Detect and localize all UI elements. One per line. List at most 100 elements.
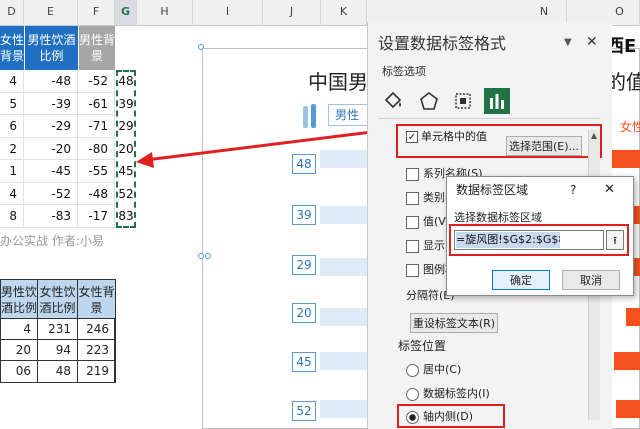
chart-resize-handle[interactable] [198, 44, 204, 50]
label-position-title: 标签位置 [398, 339, 447, 353]
chart-resize-handle[interactable] [198, 253, 204, 259]
table2-cell[interactable]: 4 [0, 318, 38, 340]
radio-selected[interactable] [406, 410, 419, 424]
table2-header-female-drinking: 女性饮酒比例 [37, 279, 78, 319]
cell-f-2[interactable]: -52 [78, 70, 115, 93]
cell-f-7[interactable]: -48 [78, 183, 115, 205]
checkbox[interactable] [406, 191, 419, 205]
column-header-f[interactable]: F [78, 0, 115, 26]
close-icon[interactable]: ✕ [586, 33, 600, 51]
section-label-options[interactable]: 标签选项 [382, 64, 462, 80]
position-inside-base-label: 轴内侧(D) [423, 410, 474, 423]
reset-label-text-button[interactable]: 重设标签文本(R) [410, 313, 498, 333]
table2-cell[interactable]: 246 [77, 318, 116, 340]
pane-title: 设置数据标签格式 [378, 34, 507, 53]
data-label[interactable]: 52 [292, 401, 316, 421]
column-header-i[interactable]: I [193, 0, 263, 26]
collapse-dialog-icon[interactable]: ⭱ [606, 230, 624, 250]
cell-g-8[interactable]: 83 [116, 205, 136, 228]
cell-f-6[interactable]: -55 [78, 160, 115, 183]
table2-cell[interactable]: 06 [0, 360, 38, 383]
value-from-cells-label: 单元格中的值 [421, 130, 487, 143]
chart-bar[interactable] [320, 308, 368, 326]
checkbox[interactable] [406, 167, 419, 181]
table2-header-female-background: 女性背景 [77, 279, 116, 319]
scroll-up-icon[interactable]: ▲ [588, 130, 600, 142]
cell-e-3[interactable]: -39 [24, 93, 78, 115]
data-label[interactable]: 20 [292, 303, 316, 323]
pane-divider [378, 118, 600, 119]
chart-bar[interactable] [320, 206, 368, 224]
select-range-button[interactable]: 选择范围(E)... [506, 136, 582, 156]
checkbox[interactable] [406, 263, 419, 277]
position-inside-end[interactable]: 数据标签内(I) [406, 386, 506, 402]
cell-g-7[interactable]: 52 [116, 183, 136, 205]
position-center[interactable]: 居中(C) [406, 362, 506, 378]
radio[interactable] [406, 387, 419, 401]
cell-f-5[interactable]: -80 [78, 138, 115, 160]
cell-f-8[interactable]: -17 [78, 205, 115, 228]
fill-icon[interactable] [382, 90, 404, 112]
cell-d-3[interactable]: 5 [0, 93, 24, 115]
value-from-cells-checkbox[interactable]: ✓ [406, 131, 418, 143]
cell-d-6[interactable]: 1 [0, 160, 24, 183]
cell-f-4[interactable]: -71 [78, 115, 115, 138]
pentagon-icon[interactable] [418, 90, 440, 112]
size-icon[interactable] [452, 90, 474, 112]
checkbox[interactable] [406, 215, 419, 229]
cell-f-3[interactable]: -61 [78, 93, 115, 115]
chart-bar[interactable] [320, 258, 368, 276]
cell-d-2[interactable]: 4 [0, 70, 24, 93]
cell-e-6[interactable]: -45 [24, 160, 78, 183]
cell-e-2[interactable]: -48 [24, 70, 78, 93]
table2-cell[interactable]: 219 [77, 360, 116, 383]
column-header-e[interactable]: E [24, 0, 78, 26]
cell-d-4[interactable]: 6 [0, 115, 24, 138]
column-header-d[interactable]: D [0, 0, 24, 26]
header-male-background: 男性背景 [78, 26, 115, 70]
cell-e-7[interactable]: -52 [24, 183, 78, 205]
checkbox[interactable] [406, 239, 419, 253]
cell-g-3[interactable]: 39 [116, 93, 136, 115]
data-label[interactable]: 39 [292, 205, 316, 225]
female-bar[interactable] [614, 352, 640, 370]
cell-e-4[interactable]: -29 [24, 115, 78, 138]
cancel-button[interactable]: 取消 [562, 270, 620, 290]
range-input-value: =旋风图!$G$2:$G$8 [456, 232, 560, 248]
help-icon[interactable]: ? [570, 181, 582, 199]
cell-e-8[interactable]: -83 [24, 205, 78, 228]
position-inside-base[interactable]: 轴内侧(D) [406, 409, 506, 425]
female-legend-label: 女性 [620, 120, 640, 134]
data-label[interactable]: 45 [292, 352, 316, 372]
table2-cell[interactable]: 48 [37, 360, 78, 383]
position-inside-end-label: 数据标签内(I) [423, 387, 490, 400]
cell-d-8[interactable]: 8 [0, 205, 24, 228]
chart-resize-handle[interactable] [205, 253, 211, 259]
dialog-close-icon[interactable]: ✕ [604, 181, 618, 199]
cell-e-5[interactable]: -20 [24, 138, 78, 160]
cell-d-5[interactable]: 2 [0, 138, 24, 160]
column-header-h[interactable]: H [137, 0, 193, 26]
ok-button[interactable]: 确定 [492, 270, 550, 290]
female-bar[interactable] [626, 308, 640, 326]
chart-bar[interactable] [320, 400, 368, 418]
bar-chart-icon[interactable] [484, 88, 510, 114]
chart-bar[interactable] [320, 352, 368, 370]
radio[interactable] [406, 363, 419, 377]
table1-body: 4 -48 -52 5 -39 -61 6 -29 -71 2 -20 -80 … [0, 70, 115, 228]
cell-g-2[interactable]: 48 [116, 70, 136, 93]
position-center-label: 居中(C) [423, 363, 462, 376]
table2-cell[interactable]: 20 [0, 339, 38, 361]
table2-cell[interactable]: 223 [77, 339, 116, 361]
column-header-k[interactable]: K [321, 0, 367, 26]
column-header-g[interactable]: G [115, 0, 137, 26]
cell-d-7[interactable]: 4 [0, 183, 24, 205]
female-bar[interactable] [616, 400, 640, 418]
summary-table: 男性饮酒比例 女性饮酒比例 女性背景 4 231 246 20 94 223 0… [0, 279, 116, 383]
data-label[interactable]: 29 [292, 255, 316, 275]
table2-cell[interactable]: 231 [37, 318, 78, 340]
pane-options-dropdown-icon[interactable]: ▼ [564, 36, 576, 50]
column-header-j[interactable]: J [263, 0, 321, 26]
table2-cell[interactable]: 94 [37, 339, 78, 361]
female-bar[interactable] [612, 150, 640, 168]
